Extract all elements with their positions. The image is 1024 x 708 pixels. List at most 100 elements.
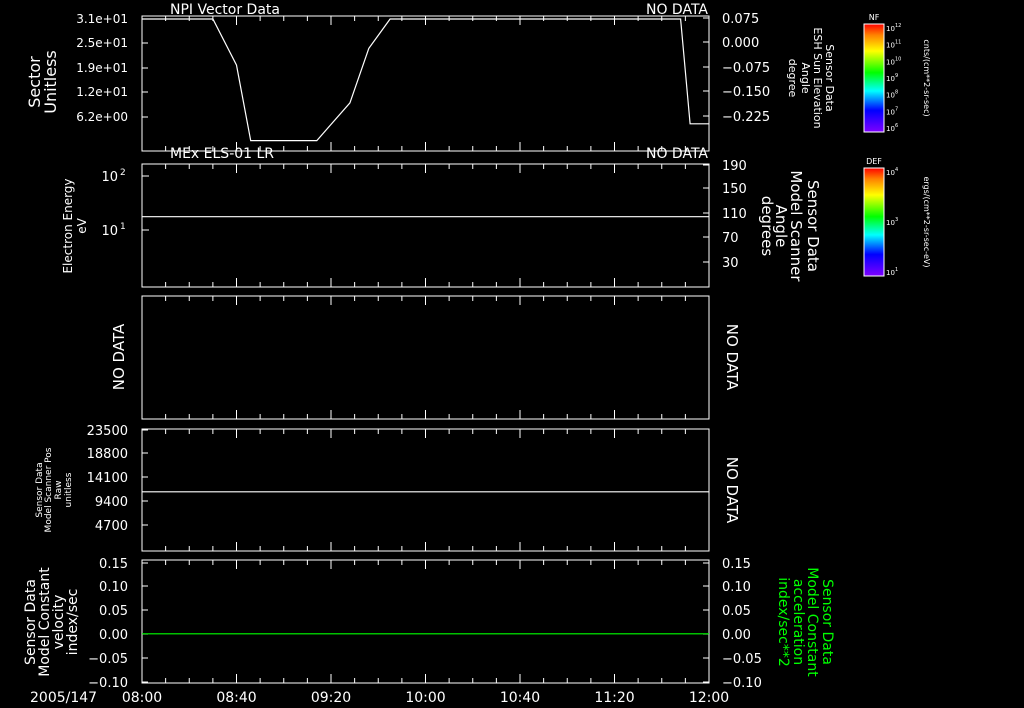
x-tick-label: 12:00	[689, 690, 729, 706]
panel-frame	[141, 15, 710, 152]
colorbar-title: DEF	[866, 157, 882, 166]
y-tick-label: 10	[101, 224, 118, 239]
y2-axis-label: Angle	[799, 62, 812, 94]
y-tick-label: 6.2e+00	[76, 110, 128, 124]
colorbar-tick-label: 10	[886, 108, 895, 116]
y2-tick-label: 0.075	[722, 12, 759, 27]
y-tick-label: 0.15	[99, 557, 128, 572]
x-tick-label: 08:40	[216, 690, 256, 706]
colorbar-tick-label: 10	[886, 125, 895, 133]
x-tick-label: 08:00	[122, 690, 162, 706]
y2-axis-label: Sensor Data	[819, 579, 835, 665]
panel-title: NPI Vector Data	[170, 2, 280, 18]
y-tick-label: 9400	[95, 495, 128, 510]
colorbar-tick-label: 10	[886, 25, 895, 33]
panel-frame	[141, 428, 710, 552]
colorbar-tick-label: 10	[886, 269, 895, 277]
y2-tick-label: 70	[722, 231, 739, 246]
y2-tick-label: 0.000	[722, 36, 759, 51]
y-axis-label: unitless	[64, 472, 74, 507]
x-tick-label: 10:00	[405, 690, 445, 706]
y-tick-label: 1.9e+01	[76, 61, 128, 75]
colorbar-tick-exponent: 7	[895, 106, 898, 112]
y-tick-label: 18800	[87, 447, 128, 462]
colorbar-unit-label: cnts/(cm**2-sr-sec)	[922, 39, 931, 116]
y-tick-label: −0.10	[88, 676, 128, 691]
y2-tick-label: −0.05	[722, 652, 762, 667]
y-tick-label: 3.1e+01	[76, 12, 128, 26]
colorbar-tick-label: 10	[886, 92, 895, 100]
colorbar	[863, 23, 885, 133]
y-tick-exponent: 2	[120, 168, 126, 178]
y-tick-label: 0.05	[99, 604, 128, 619]
y2-axis-label: ESH Sun Elevation	[811, 27, 824, 128]
x-tick-label: 09:20	[311, 690, 351, 706]
no-data-label: NO DATA	[110, 323, 128, 390]
y-tick-exponent: 1	[120, 222, 126, 232]
y-axis-label: Raw	[54, 481, 64, 500]
colorbar-tick-label: 10	[886, 42, 895, 50]
y-tick-label: 0.10	[99, 580, 128, 595]
y-tick-label: 4700	[95, 519, 128, 534]
panel-frame	[141, 559, 710, 684]
y2-tick-label: 0.05	[722, 604, 751, 619]
plot-canvas: 08:00 08:40 09:20 10:00 10:40 11:20 12:00 2005/…	[23, 2, 931, 706]
y-tick-label: −0.05	[88, 652, 128, 667]
no-data-status: NO DATA	[646, 2, 708, 18]
y2-axis-label: index/sec**2	[775, 577, 791, 667]
sector-line	[142, 18, 709, 142]
panel-frame	[141, 163, 710, 288]
colorbar-tick-exponent: 10	[895, 56, 901, 62]
colorbar	[863, 167, 885, 277]
colorbar-tick-label: 10	[886, 219, 895, 227]
colorbar-title: NF	[869, 13, 880, 22]
colorbar-tick-label: 10	[886, 58, 895, 66]
y-tick-label: 2.5e+01	[76, 36, 128, 50]
y-axis-label: Model Scanner Pos	[44, 447, 54, 532]
date-label: 2005/147	[30, 690, 97, 706]
colorbar-tick-exponent: 3	[895, 217, 898, 223]
y2-tick-label: −0.150	[722, 85, 770, 100]
y2-tick-label: 150	[722, 182, 747, 197]
x-tick-label: 11:20	[594, 690, 634, 706]
y2-tick-label: −0.075	[722, 61, 770, 76]
colorbar-tick-exponent: 4	[895, 167, 898, 173]
y-axis-label: index/sec	[65, 589, 81, 656]
y2-tick-label: 0.15	[722, 557, 751, 572]
y-axis-label: Unitless	[41, 50, 60, 114]
y2-tick-label: −0.225	[722, 110, 770, 125]
colorbar-tick-exponent: 1	[895, 267, 898, 273]
colorbar-tick-exponent: 11	[895, 40, 901, 46]
no-data-label: NO DATA	[723, 324, 741, 391]
no-data-label: NO DATA	[723, 457, 741, 524]
no-data-status: NO DATA	[646, 146, 708, 162]
panel-frame	[141, 295, 710, 420]
y2-tick-label: −0.10	[722, 676, 762, 691]
colorbar-tick-label: 10	[886, 75, 895, 83]
y2-axis-label: Sensor Data	[823, 44, 836, 111]
colorbar-tick-label: 10	[886, 169, 895, 177]
colorbar-tick-exponent: 8	[895, 90, 898, 96]
y-tick-label: 10	[101, 170, 118, 185]
y2-tick-label: 0.10	[722, 580, 751, 595]
y-tick-label: 23500	[87, 424, 128, 439]
y-axis-label: eV	[75, 217, 89, 233]
panel-title: MEx ELS-01 LR	[170, 146, 274, 162]
y-tick-label: 1.2e+01	[76, 85, 128, 99]
colorbar-tick-exponent: 6	[895, 123, 898, 129]
colorbar-unit-label: ergs/(cm**2-sr-sec-eV)	[922, 176, 931, 267]
y2-axis-label: degrees	[758, 196, 776, 257]
y2-axis-label: acceleration	[790, 579, 806, 665]
x-tick-label: 10:40	[500, 690, 540, 706]
colorbar-tick-exponent: 9	[895, 73, 898, 79]
y2-tick-label: 190	[722, 159, 747, 174]
y-tick-label: 0.00	[99, 628, 128, 643]
y2-tick-label: 0.00	[722, 628, 751, 643]
y2-axis-label: degree	[786, 59, 799, 98]
colorbar-tick-exponent: 12	[895, 23, 901, 29]
y-axis-label: Electron Energy	[61, 178, 75, 273]
y2-tick-label: 110	[722, 207, 747, 222]
y2-tick-label: 30	[722, 256, 739, 271]
y-tick-label: 14100	[87, 471, 128, 486]
y2-axis-label: Sensor Data	[804, 180, 822, 272]
